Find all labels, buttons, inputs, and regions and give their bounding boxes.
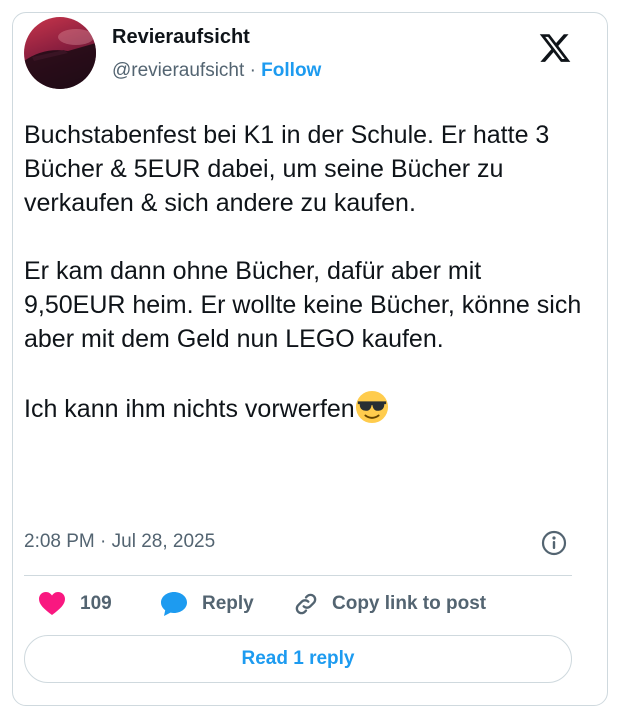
link-icon: [295, 593, 317, 615]
like-button[interactable]: 109: [38, 588, 112, 620]
author-handle[interactable]: @revieraufsicht: [112, 60, 244, 81]
copy-link-button[interactable]: Copy link to post: [292, 588, 486, 620]
info-icon[interactable]: [540, 529, 568, 557]
reply-button[interactable]: Reply: [160, 588, 254, 620]
x-logo-icon[interactable]: [538, 31, 572, 65]
tweet-header: Revieraufsicht @revieraufsicht · Follow: [24, 17, 572, 89]
read-replies-button[interactable]: Read 1 reply: [24, 635, 572, 683]
divider: [24, 575, 572, 576]
author-display-name[interactable]: Revieraufsicht: [112, 25, 321, 49]
reply-label: Reply: [202, 593, 254, 614]
avatar[interactable]: [24, 17, 96, 89]
like-count: 109: [80, 593, 112, 614]
tweet-text-content: Buchstabenfest bei K1 in der Schule. Er …: [24, 121, 582, 423]
sunglasses-emoji-icon: [355, 390, 388, 424]
tweet-timestamp[interactable]: 2:08 PM · Jul 28, 2025: [24, 529, 215, 555]
tweet-text: Buchstabenfest bei K1 in der Schule. Er …: [24, 118, 584, 426]
separator: ·: [249, 60, 256, 81]
heart-icon: [39, 592, 65, 615]
action-bar: 109 Reply Copy link to post: [24, 588, 572, 620]
handle-row: @revieraufsicht · Follow: [112, 59, 321, 83]
follow-button[interactable]: Follow: [261, 60, 321, 81]
speech-bubble-icon: [161, 592, 187, 616]
author-info: Revieraufsicht @revieraufsicht · Follow: [112, 25, 321, 83]
copy-link-label: Copy link to post: [332, 593, 487, 614]
